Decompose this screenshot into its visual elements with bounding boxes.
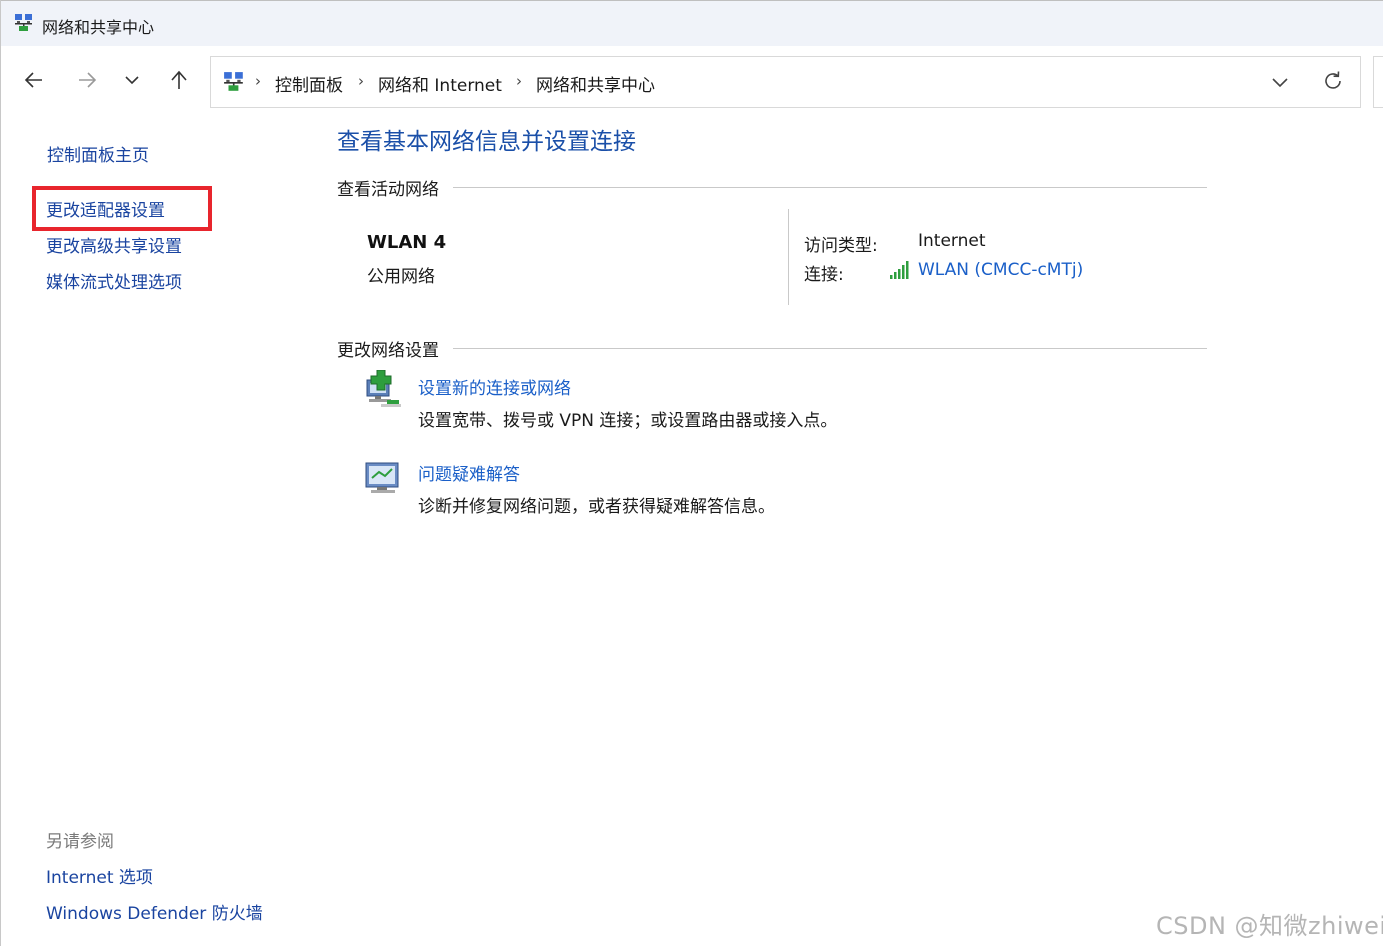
connection-link-wlan[interactable]: WLAN (CMCC-cMTj) — [918, 260, 1083, 280]
breadcrumb-network-sharing-center[interactable]: 网络和共享中心 — [536, 71, 655, 96]
see-also-windows-defender-firewall[interactable]: Windows Defender 防火墙 — [46, 899, 263, 924]
wifi-signal-icon[interactable] — [889, 261, 913, 279]
arrow-right-icon — [79, 72, 97, 88]
recent-locations-button[interactable] — [116, 64, 148, 96]
setup-new-connection-link[interactable]: 设置新的连接或网络 — [418, 374, 571, 399]
breadcrumb-control-panel[interactable]: 控制面板 — [275, 71, 343, 96]
vertical-divider — [788, 209, 789, 305]
new-connection-icon — [366, 370, 401, 407]
section-divider — [453, 187, 1207, 188]
navigation-bar: › 控制面板 › 网络和 Internet › 网络和共享中心 — [1, 46, 1383, 112]
change-network-settings-heading: 更改网络设置 — [337, 336, 447, 361]
forward-button[interactable] — [71, 64, 103, 96]
breadcrumb-separator[interactable]: › — [358, 72, 364, 90]
network-sharing-center-window: 网络和共享中心 › 控制面板 › 网络和 Internet › 网络和共享中心 … — [0, 0, 1383, 946]
address-dropdown-chevron-icon[interactable] — [1269, 71, 1291, 93]
sidebar-control-panel-home[interactable]: 控制面板主页 — [47, 141, 149, 166]
connection-label: 连接: — [804, 265, 844, 285]
troubleshoot-icon — [365, 462, 399, 493]
network-center-breadcrumb-icon — [224, 72, 243, 91]
breadcrumb-separator[interactable]: › — [255, 72, 261, 90]
chevron-down-icon — [125, 76, 139, 85]
window-title: 网络和共享中心 — [42, 18, 155, 37]
watermark: CSDN @知微zhiwei — [1156, 912, 1383, 940]
network-name: WLAN 4 — [367, 232, 447, 253]
sidebar-item-change-adapter-settings[interactable]: 更改适配器设置 — [46, 196, 165, 221]
breadcrumb-separator[interactable]: › — [516, 72, 522, 90]
troubleshoot-link[interactable]: 问题疑难解答 — [418, 460, 520, 485]
access-type-value: Internet — [918, 231, 986, 251]
sidebar-item-advanced-sharing-settings[interactable]: 更改高级共享设置 — [46, 232, 182, 257]
section-divider — [453, 348, 1207, 349]
troubleshoot-desc: 诊断并修复网络问题，或者获得疑难解答信息。 — [418, 497, 775, 517]
active-networks-heading: 查看活动网络 — [337, 175, 447, 200]
access-type-label: 访问类型: — [804, 236, 878, 256]
see-also-internet-options[interactable]: Internet 选项 — [46, 863, 153, 888]
back-button[interactable] — [18, 64, 50, 96]
address-bar[interactable]: › 控制面板 › 网络和 Internet › 网络和共享中心 — [210, 56, 1361, 108]
page-title: 查看基本网络信息并设置连接 — [337, 129, 636, 155]
search-box-edge[interactable] — [1373, 56, 1383, 108]
sidebar-item-media-streaming-options[interactable]: 媒体流式处理选项 — [46, 268, 182, 293]
network-center-app-icon — [15, 14, 32, 31]
breadcrumb-network-internet[interactable]: 网络和 Internet — [378, 71, 502, 96]
arrow-up-icon — [171, 70, 187, 89]
network-category: 公用网络 — [367, 267, 435, 287]
refresh-icon[interactable] — [1321, 69, 1345, 93]
title-bar: 网络和共享中心 — [1, 0, 1383, 46]
see-also-heading: 另请参阅 — [46, 832, 114, 852]
up-button[interactable] — [163, 64, 195, 96]
arrow-left-icon — [24, 72, 42, 88]
setup-new-connection-desc: 设置宽带、拨号或 VPN 连接；或设置路由器或接入点。 — [418, 411, 838, 431]
